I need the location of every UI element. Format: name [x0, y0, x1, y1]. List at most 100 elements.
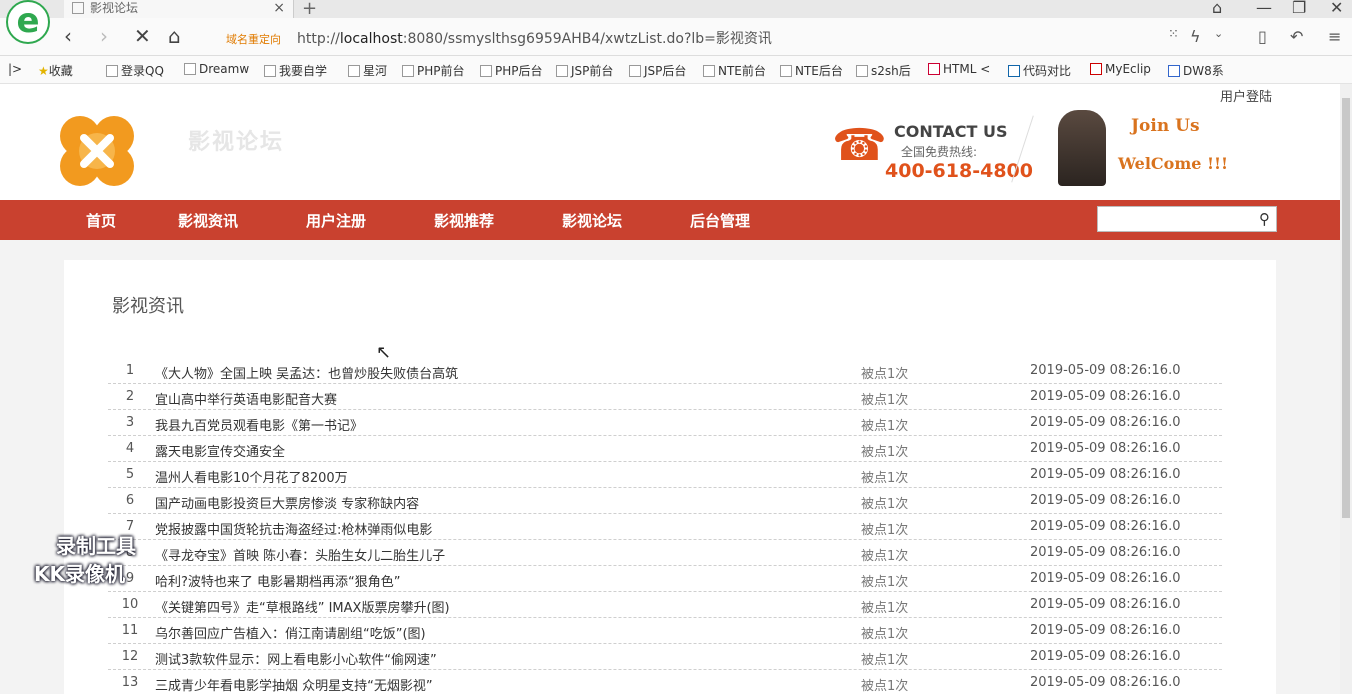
news-title-link[interactable]: 《寻龙夺宝》首映 陈小春：头胎生女儿二胎生儿子 [155, 545, 445, 564]
url-path: :8080/ssmyslthsg6959AHB4/xwtzList.do?lb=… [402, 31, 772, 47]
bookmark-item[interactable]: PHP后台 [480, 62, 543, 79]
sidebar-toggle-icon[interactable]: |> [8, 62, 22, 76]
news-title-link[interactable]: 党报披露中国货轮抗击海盗经过:枪林弹雨似电影 [155, 519, 432, 538]
search-icon[interactable]: ⚲ [1259, 210, 1270, 228]
menu-item-admin[interactable]: 后台管理 [690, 210, 750, 231]
redirect-label: 域名重定向 [226, 33, 281, 46]
recorder-watermark: 录制工具 KK录像机 [34, 532, 136, 588]
watermark-line: KK录像机 [34, 562, 125, 586]
bookmark-item[interactable]: MyEclip [1090, 62, 1151, 76]
hotline-number: 400-618-4800 [885, 160, 1033, 182]
view-count: 被点1次 [861, 679, 909, 694]
menu-item-register[interactable]: 用户注册 [306, 210, 366, 231]
table-row[interactable]: 11 乌尔善回应广告植入：俏江南请剧组“吃饭”(图) 被点1次 2019-05-09 … [108, 618, 1222, 644]
news-title-link[interactable]: 宜山高中举行英语电影配音大赛 [155, 389, 337, 408]
table-row[interactable]: 12 测试3款软件显示：网上看电影小心软件“偷网速” 被点1次 2019-05-09 … [108, 644, 1222, 670]
bookmark-item[interactable]: s2sh后 [856, 62, 911, 79]
bookmark-item[interactable]: DW8系 [1168, 62, 1224, 79]
menu-item-forum[interactable]: 影视论坛 [562, 210, 622, 231]
page-icon [629, 65, 641, 77]
news-title-link[interactable]: 乌尔善回应广告植入：俏江南请剧组“吃饭”(图) [155, 623, 426, 642]
apps-icon[interactable]: ⁙ [1168, 27, 1179, 42]
table-row[interactable]: 10 《关键第四号》走“草根路线” IMAX版票房攀升(图) 被点1次 2019-05… [108, 592, 1222, 618]
row-number: 12 [121, 649, 139, 664]
bookmark-item[interactable]: JSP前台 [556, 62, 613, 79]
publish-date: 2019-05-09 08:26:16.0 [1030, 519, 1181, 534]
bookmark-item[interactable]: PHP前台 [402, 62, 465, 79]
bookmark-item[interactable]: 代码对比 [1008, 62, 1071, 79]
browser-toolbar: ‹ › ✕ ⌂ 域名重定向 http://localhost:8080/ssmy… [0, 18, 1352, 56]
table-row[interactable]: 2 宜山高中举行英语电影配音大赛 被点1次 2019-05-09 08:26:16.0 [108, 384, 1222, 410]
news-title-link[interactable]: 哈利?波特也来了 电影暑期档再添“狠角色” [155, 571, 401, 590]
bookmark-icon[interactable]: ▯ [1258, 27, 1267, 46]
publish-date: 2019-05-09 08:26:16.0 [1030, 441, 1181, 456]
news-title-link[interactable]: 温州人看电影10个月花了8200万 [155, 467, 348, 486]
login-link[interactable]: 用户登陆 [1220, 86, 1272, 105]
news-title-link[interactable]: 三成青少年看电影学抽烟 众明星支持“无烟影视” [155, 675, 433, 694]
view-count: 被点1次 [861, 653, 909, 668]
news-title-link[interactable]: 《关键第四号》走“草根路线” IMAX版票房攀升(图) [155, 597, 450, 616]
table-row[interactable]: 6 国产动画电影投资巨大票房惨淡 专家称缺内容 被点1次 2019-05-09 08:… [108, 488, 1222, 514]
bookmark-item[interactable]: HTML < [928, 62, 990, 76]
view-count: 被点1次 [861, 601, 909, 616]
site-title: 影视论坛 [188, 130, 285, 155]
news-list: 1 《大人物》全国上映 吴孟达：也曾炒股失败债台高筑 被点1次 2019-05-09 … [108, 358, 1222, 694]
scrollbar-thumb[interactable] [1342, 98, 1350, 518]
close-icon[interactable]: × [273, 0, 285, 16]
table-row[interactable]: 4 露天电影宣传交通安全 被点1次 2019-05-09 08:26:16.0 [108, 436, 1222, 462]
table-row[interactable]: 7 党报披露中国货轮抗击海盗经过:枪林弹雨似电影 被点1次 2019-05-09 08… [108, 514, 1222, 540]
back-icon[interactable]: ‹ [64, 24, 72, 48]
bookmarks-bar: |> ★收藏 登录QQ Dreamw 我要自学 星河 PHP前台 PHP后台 J… [0, 56, 1352, 84]
search-input[interactable] [1098, 207, 1248, 231]
lightning-icon[interactable]: ϟ [1190, 27, 1201, 46]
bookmark-item[interactable]: 我要自学 [264, 62, 327, 79]
news-title-link[interactable]: 露天电影宣传交通安全 [155, 441, 285, 460]
new-tab-button[interactable]: + [302, 0, 317, 19]
menu-item-recommend[interactable]: 影视推荐 [434, 210, 494, 231]
menu-item-news[interactable]: 影视资讯 [178, 210, 238, 231]
mouse-cursor-icon: ↖ [376, 342, 392, 363]
page-icon [72, 2, 84, 14]
table-row[interactable]: 1 《大人物》全国上映 吴孟达：也曾炒股失败债台高筑 被点1次 2019-05-09 … [108, 358, 1222, 384]
publish-date: 2019-05-09 08:26:16.0 [1030, 649, 1181, 664]
bookmark-item[interactable]: JSP后台 [629, 62, 686, 79]
site-icon [184, 63, 196, 75]
welcome-label: WelCome !!! [1118, 154, 1229, 173]
row-number: 6 [125, 493, 135, 508]
row-number: 3 [125, 415, 135, 430]
address-bar[interactable]: http://localhost:8080/ssmyslthsg6959AHB4… [297, 28, 772, 48]
bookmark-item[interactable]: ★收藏 [38, 62, 73, 79]
bookmark-item[interactable]: 登录QQ [106, 62, 164, 79]
publish-date: 2019-05-09 08:26:16.0 [1030, 623, 1181, 638]
row-number: 5 [125, 467, 135, 482]
table-row[interactable]: 5 温州人看电影10个月花了8200万 被点1次 2019-05-09 08:26:1… [108, 462, 1222, 488]
home-icon[interactable]: ⌂ [168, 24, 181, 48]
row-number: 11 [121, 623, 139, 638]
pin-icon[interactable]: ⌂ [1212, 0, 1222, 17]
chevron-down-icon[interactable]: ⌄ [1214, 27, 1223, 40]
news-title-link[interactable]: 国产动画电影投资巨大票房惨淡 专家称缺内容 [155, 493, 419, 512]
table-row[interactable]: 8 《寻龙夺宝》首映 陈小春：头胎生女儿二胎生儿子 被点1次 2019-05-09 0… [108, 540, 1222, 566]
bookmark-item[interactable]: 星河 [348, 62, 387, 79]
news-title-link[interactable]: 《大人物》全国上映 吴孟达：也曾炒股失败债台高筑 [155, 363, 458, 382]
news-title-link[interactable]: 测试3款软件显示：网上看电影小心软件“偷网速” [155, 649, 437, 668]
news-title-link[interactable]: 我县九百党员观看电影《第一书记》 [155, 415, 363, 434]
undo-icon[interactable]: ↶ [1290, 27, 1303, 46]
menu-icon[interactable]: ≡ [1328, 27, 1341, 46]
table-row[interactable]: 3 我县九百党员观看电影《第一书记》 被点1次 2019-05-09 08:26:16… [108, 410, 1222, 436]
bookmark-item[interactable]: NTE后台 [780, 62, 843, 79]
page-icon [703, 65, 715, 77]
browser-tab[interactable]: 影视论坛 × [64, 0, 294, 18]
publish-date: 2019-05-09 08:26:16.0 [1030, 571, 1181, 586]
table-row[interactable]: 13 三成青少年看电影学抽烟 众明星支持“无烟影视” 被点1次 2019-05-09 … [108, 670, 1222, 694]
window-close-icon[interactable]: ✕ [1330, 0, 1343, 17]
bookmark-item[interactable]: NTE前台 [703, 62, 766, 79]
forward-icon[interactable]: › [100, 24, 108, 48]
minimize-icon[interactable]: — [1256, 0, 1272, 17]
menu-item-home[interactable]: 首页 [86, 210, 116, 231]
stop-icon[interactable]: ✕ [134, 24, 151, 48]
restore-icon[interactable]: ❐ [1292, 0, 1306, 17]
bookmark-item[interactable]: Dreamw [184, 62, 249, 76]
table-row[interactable]: 9 哈利?波特也来了 电影暑期档再添“狠角色” 被点1次 2019-05-09 08:… [108, 566, 1222, 592]
page-scrollbar[interactable] [1340, 84, 1352, 694]
